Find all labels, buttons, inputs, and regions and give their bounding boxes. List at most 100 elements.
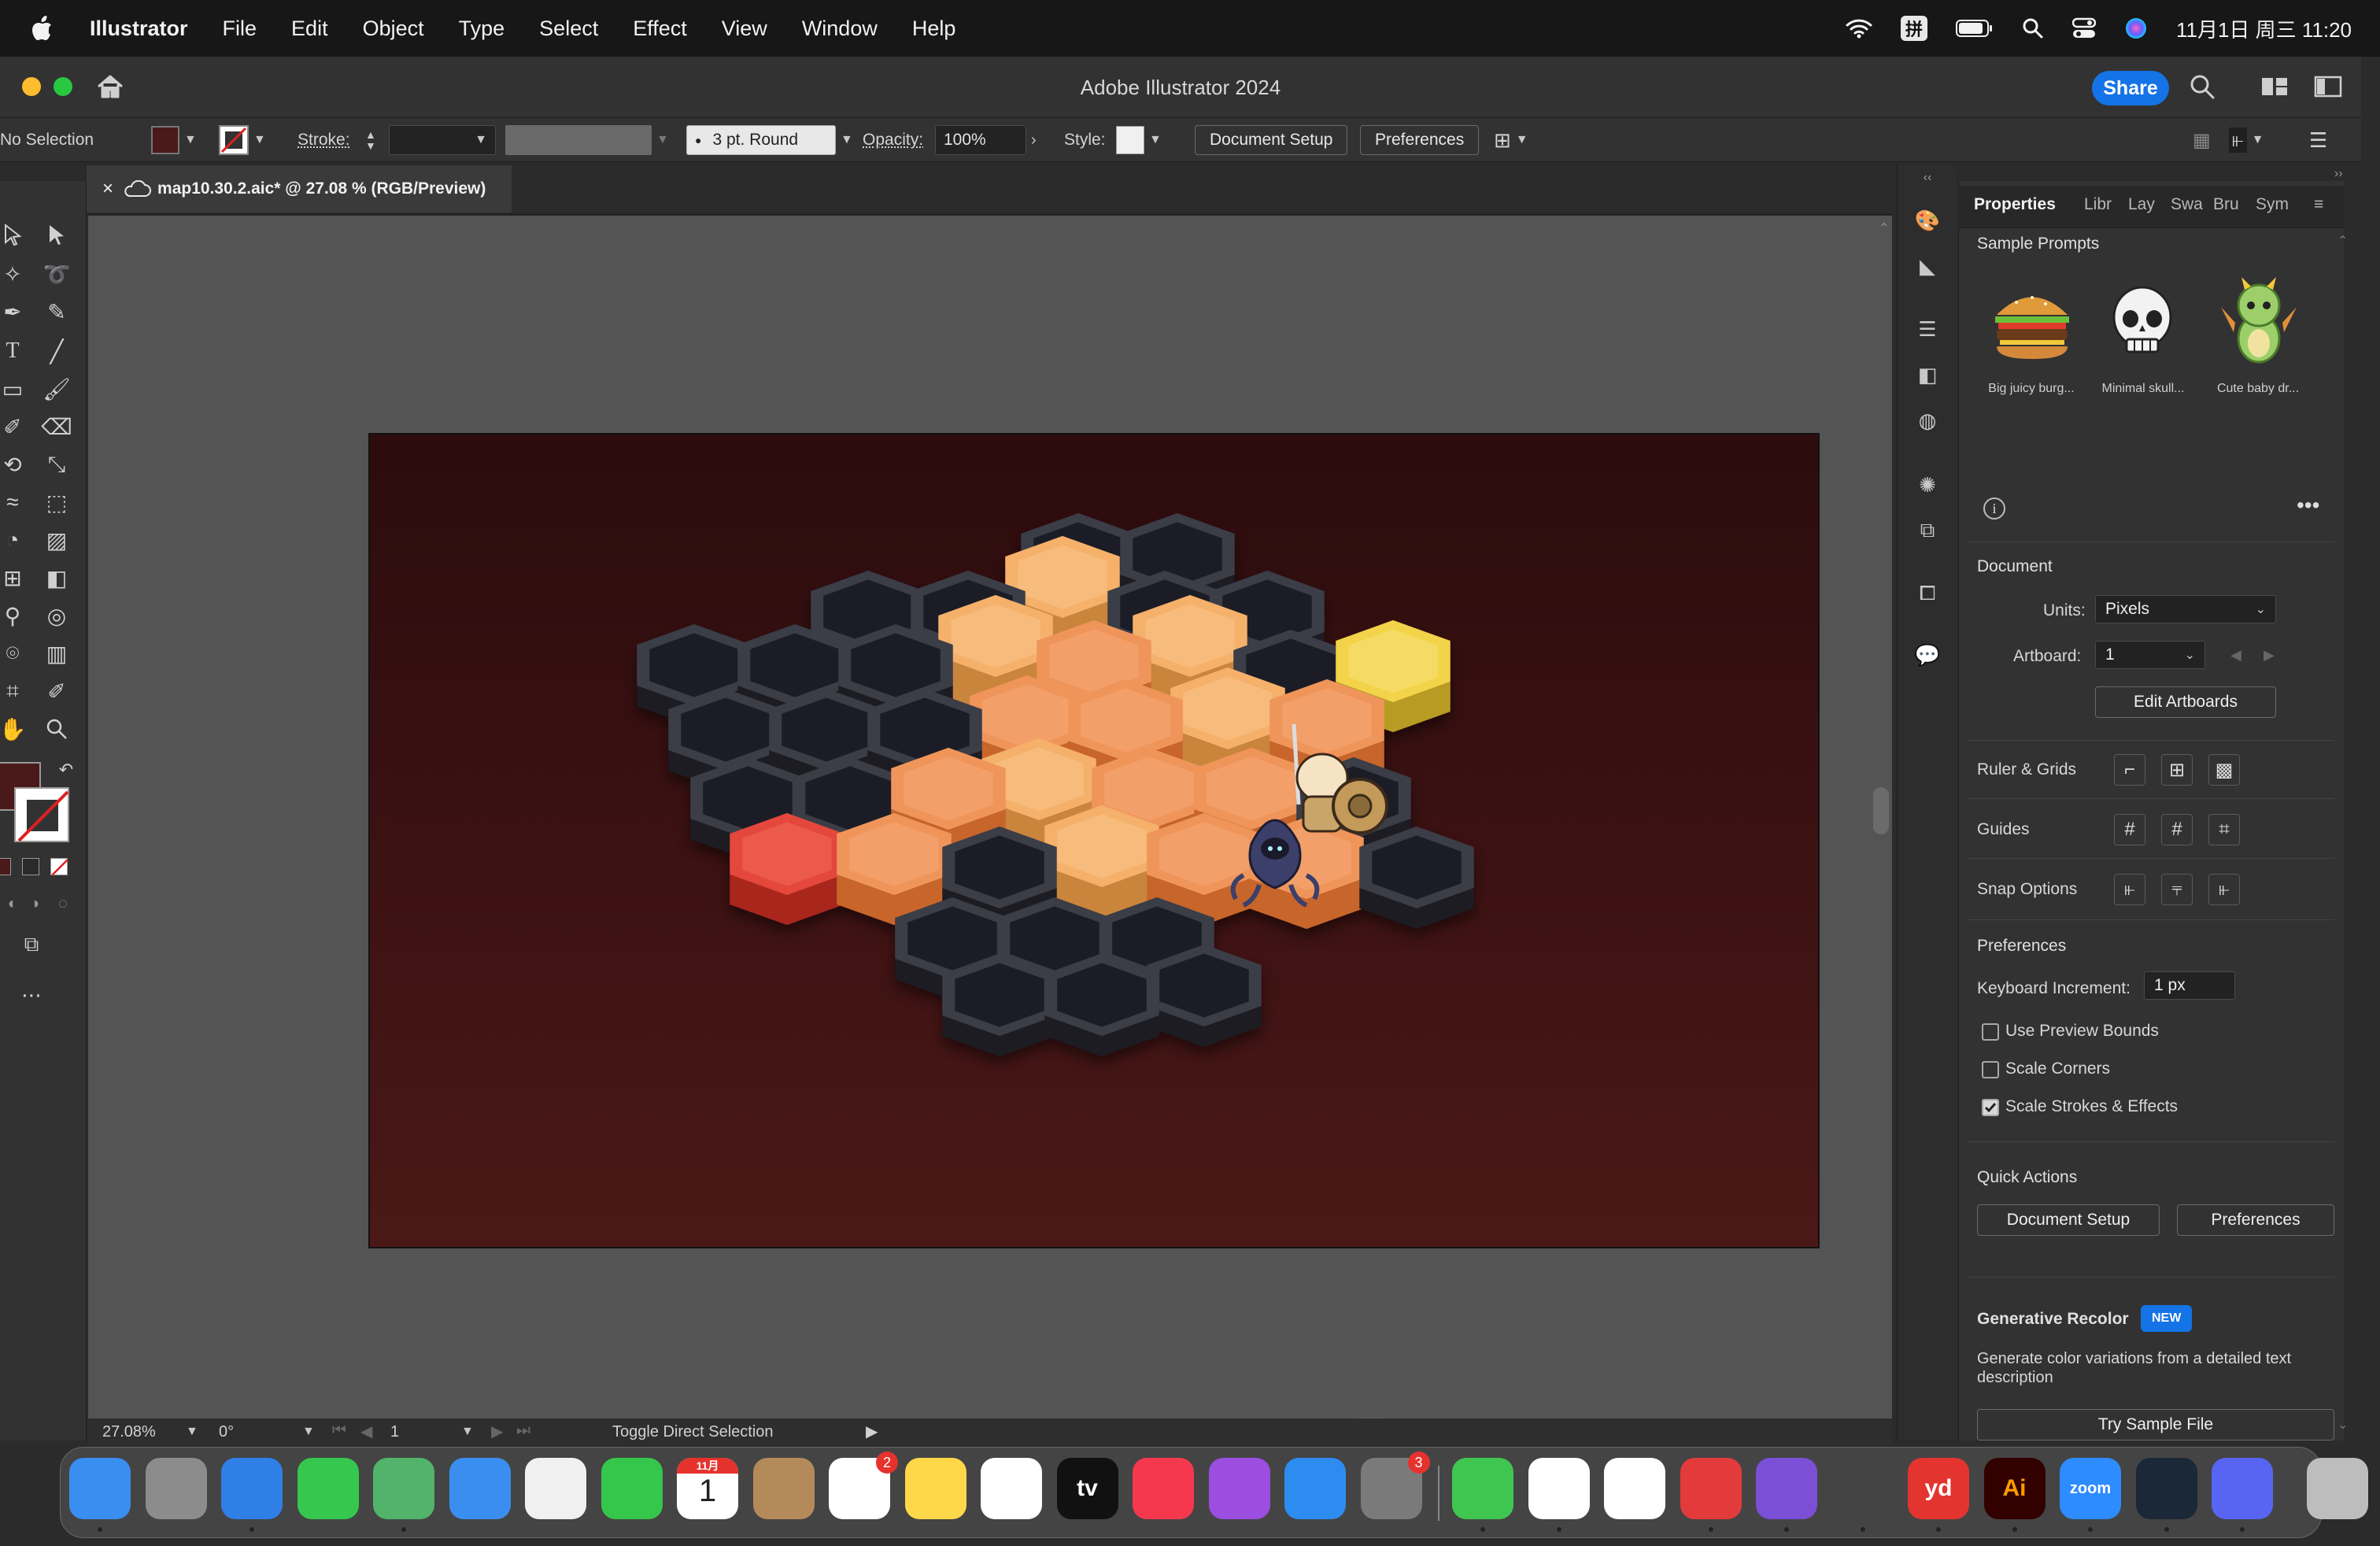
youdao-icon[interactable]: yd xyxy=(1908,1458,1969,1519)
netease-icon[interactable] xyxy=(1680,1458,1742,1519)
menu-window[interactable]: Window xyxy=(802,17,878,41)
graphic-style-dropdown[interactable]: ▼ xyxy=(1116,118,1162,162)
info-icon[interactable]: i xyxy=(1983,497,2005,520)
control-center-icon[interactable] xyxy=(2071,17,2096,39)
variable-width-profile[interactable]: ▼ xyxy=(505,118,669,162)
chevron-down-icon[interactable]: ⌄ xyxy=(2256,601,2266,617)
tab-libraries[interactable]: Libr xyxy=(2084,195,2112,214)
color-mode-button[interactable] xyxy=(0,858,11,875)
stepper-arrows-icon[interactable]: ▲ ▼ xyxy=(365,129,376,151)
zoom-tool-icon[interactable] xyxy=(41,713,72,745)
trash-icon[interactable] xyxy=(2306,1458,2368,1519)
snap-to-grid-icon[interactable]: ⫧ xyxy=(2161,874,2193,905)
chevron-down-icon[interactable]: ▼ xyxy=(2252,133,2264,147)
arrange-menu[interactable]: ⊞ ▼ xyxy=(1494,118,1528,162)
appearance-icon[interactable]: ✺ xyxy=(1913,471,1942,499)
stroke-panel-icon[interactable]: ☰ xyxy=(1913,315,1942,343)
preferences-button[interactable]: Preferences xyxy=(1360,125,1480,155)
free-transform-tool-icon[interactable]: ⬚ xyxy=(41,486,72,518)
ruler-icon[interactable]: ⌐ xyxy=(2114,754,2145,786)
comments-icon[interactable]: 💬 xyxy=(1913,641,1942,669)
chevron-right-icon[interactable]: › xyxy=(1031,131,1037,150)
artboard-number[interactable]: 1 xyxy=(390,1423,399,1441)
swap-fill-stroke-icon[interactable]: ↶ xyxy=(50,754,82,786)
rotate-tool-icon[interactable]: ⟲ xyxy=(0,449,28,480)
battery-icon[interactable] xyxy=(1955,19,1994,38)
messages-icon[interactable] xyxy=(297,1458,359,1519)
chevron-down-icon[interactable]: ⌄ xyxy=(2185,647,2195,663)
stroke-label[interactable]: Stroke: xyxy=(298,118,350,162)
hex-map-artwork[interactable] xyxy=(370,435,1821,1250)
stroke-color-dropdown[interactable]: ▼ xyxy=(219,118,266,162)
chevron-down-icon[interactable]: ▼ xyxy=(253,133,266,147)
qa-document-setup-button[interactable]: Document Setup xyxy=(1977,1204,2160,1236)
style-swatch[interactable] xyxy=(1116,126,1144,154)
pathfinder-icon[interactable]: ◣ xyxy=(1913,252,1942,280)
first-artboard-icon[interactable]: ⏮ xyxy=(332,1422,346,1440)
tab-symbols[interactable]: Sym xyxy=(2256,195,2289,214)
zoom-level[interactable]: 27.08% xyxy=(102,1423,156,1441)
close-tab-icon[interactable]: × xyxy=(102,178,113,200)
tab-layers[interactable]: Lay xyxy=(2128,195,2155,214)
photos-icon[interactable] xyxy=(525,1458,586,1519)
tab-brushes[interactable]: Bru xyxy=(2213,195,2239,214)
pen-tool-icon[interactable]: ✒ xyxy=(0,296,28,327)
line-tool-icon[interactable]: ╱ xyxy=(41,335,72,367)
slice-tool-icon[interactable]: ✐ xyxy=(41,675,72,707)
podcasts-icon[interactable] xyxy=(1208,1458,1270,1519)
zoom-icon[interactable]: zoom xyxy=(2060,1458,2121,1519)
canvas-vertical-scrollbar[interactable] xyxy=(1873,787,1889,834)
next-artboard-icon[interactable]: ▶ xyxy=(491,1422,503,1441)
safari-icon[interactable] xyxy=(221,1458,283,1519)
notes-icon[interactable] xyxy=(904,1458,966,1519)
unity-icon[interactable] xyxy=(1831,1458,1894,1519)
gradient-tool-icon[interactable]: ◧ xyxy=(41,562,72,594)
menu-app-name[interactable]: Illustrator xyxy=(90,17,188,41)
grid-view-icon[interactable]: ▦ xyxy=(2193,118,2211,162)
scroll-up-icon[interactable]: ⌃ xyxy=(1878,220,1890,237)
chevron-down-icon[interactable]: ▼ xyxy=(461,1425,474,1439)
snap-to-point-icon[interactable]: ⫦ xyxy=(2114,874,2145,905)
stroke-weight-stepper[interactable]: ▲ ▼ xyxy=(365,118,376,162)
draw-behind-icon[interactable]: ◑ xyxy=(19,888,50,919)
menu-help[interactable]: Help xyxy=(912,17,956,41)
blend-tool-icon[interactable]: ◎ xyxy=(41,600,72,631)
transparency-icon[interactable]: ◍ xyxy=(1913,406,1942,435)
collapse-arrows-icon[interactable]: ‹‹ xyxy=(1913,164,1942,192)
chrome-icon[interactable] xyxy=(1528,1458,1590,1519)
chevron-down-icon[interactable]: ▼ xyxy=(1149,133,1162,147)
scale-strokes-effects-checkbox[interactable] xyxy=(1982,1099,1999,1116)
lock-guides-icon[interactable]: # xyxy=(2161,814,2193,845)
input-method-icon[interactable]: 拼 xyxy=(1900,16,1927,41)
illustrator-icon[interactable]: Ai xyxy=(1983,1458,2046,1519)
menubar-clock[interactable]: 11月1日 周三 11:20 xyxy=(2176,14,2352,43)
wps-icon[interactable] xyxy=(1604,1458,1665,1519)
mail-icon[interactable] xyxy=(449,1458,511,1519)
grid-icon[interactable]: ⊞ xyxy=(2161,754,2193,786)
tab-swatches[interactable]: Swa xyxy=(2171,195,2203,214)
apple-logo-icon[interactable] xyxy=(30,15,54,42)
next-artboard-icon[interactable]: ▶ xyxy=(2264,647,2275,664)
menu-view[interactable]: View xyxy=(722,17,767,41)
stroke-color-swatch[interactable] xyxy=(14,787,69,842)
edit-toolbar-icon[interactable]: ⋯ xyxy=(16,979,47,1011)
menu-edit[interactable]: Edit xyxy=(291,17,328,41)
fill-color-dropdown[interactable]: ▼ xyxy=(151,118,197,162)
column-graph-tool-icon[interactable]: ▥ xyxy=(41,638,72,669)
previous-artboard-icon[interactable]: ◀ xyxy=(2230,647,2241,664)
expand-panel-icon[interactable]: ›› xyxy=(2334,167,2343,181)
menu-object[interactable]: Object xyxy=(363,17,424,41)
facetime-icon[interactable] xyxy=(601,1458,663,1519)
vs-icon[interactable] xyxy=(1756,1458,1817,1519)
panel-scroll-up-icon[interactable]: ⌃ xyxy=(2338,233,2348,249)
chevron-down-icon[interactable]: ▼ xyxy=(841,133,853,147)
gradient-panel-icon[interactable]: ◧ xyxy=(1913,361,1942,389)
steam-icon[interactable] xyxy=(2135,1458,2197,1519)
sample-burger[interactable] xyxy=(1977,268,2087,378)
qa-preferences-button[interactable]: Preferences xyxy=(2177,1204,2334,1236)
artboard-tool-icon[interactable]: ⌗ xyxy=(0,675,28,707)
scale-tool-icon[interactable]: ⤡ xyxy=(41,449,72,480)
selection-tool-icon[interactable] xyxy=(0,219,28,250)
artboard-select[interactable]: 1 ⌄ xyxy=(2095,641,2205,669)
units-select[interactable]: Pixels ⌄ xyxy=(2095,595,2276,623)
